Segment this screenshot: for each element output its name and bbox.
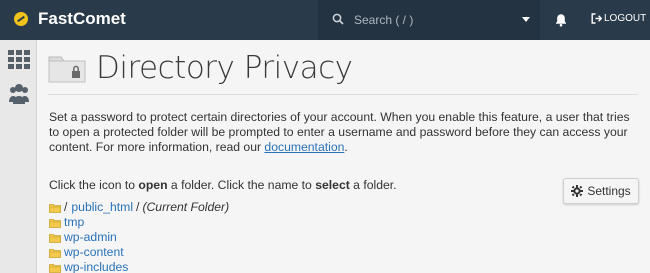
folder-icon[interactable]: [49, 217, 61, 228]
documentation-link[interactable]: documentation: [264, 140, 344, 154]
instruct-text-3: a folder.: [349, 178, 397, 192]
folder-link-wp-includes[interactable]: wp-includes: [64, 260, 128, 273]
logout-button[interactable]: LOGOUT: [591, 13, 646, 24]
instruct-select: select: [315, 178, 350, 192]
folder-icon[interactable]: [49, 232, 61, 243]
folder-icon[interactable]: [49, 247, 61, 258]
folder-instructions: Click the icon to open a folder. Click t…: [49, 178, 397, 192]
sidebar: [0, 40, 37, 273]
brand[interactable]: FastComet: [14, 9, 126, 29]
settings-button[interactable]: Settings: [563, 178, 639, 204]
brand-name: FastComet: [38, 9, 126, 28]
folder-row: wp-admin: [49, 229, 229, 244]
directory-privacy-icon: [48, 52, 86, 84]
instruct-open: open: [138, 178, 168, 192]
folder-row: wp-content: [49, 244, 229, 259]
search-dropdown-chevron-icon[interactable]: [522, 17, 530, 22]
title-divider: [48, 94, 638, 95]
instruct-text-2: a folder. Click the name to: [167, 178, 316, 192]
search-input[interactable]: [354, 13, 504, 27]
folder-row: wp-includes: [49, 259, 229, 273]
main-content: Directory Privacy Set a password to prot…: [37, 40, 650, 273]
notifications-bell-icon[interactable]: [554, 13, 568, 27]
page-description: Set a password to protect certain direct…: [49, 110, 639, 155]
folder-tree: / public_html / (Current Folder) tmp wp-…: [49, 199, 229, 273]
sidebar-grid-icon[interactable]: [7, 49, 31, 73]
description-end: .: [344, 140, 348, 154]
gear-icon: [571, 185, 584, 197]
logout-icon: [591, 13, 602, 24]
page-header: Directory Privacy: [48, 50, 353, 86]
folder-icon[interactable]: [49, 262, 61, 273]
fastcomet-logo-icon: [14, 12, 28, 26]
current-folder-label: (Current Folder): [142, 199, 230, 214]
open-folder-icon[interactable]: [49, 202, 61, 213]
page-title: Directory Privacy: [96, 50, 353, 86]
sidebar-users-icon[interactable]: [7, 82, 31, 106]
folder-link-wp-content[interactable]: wp-content: [64, 245, 124, 259]
logout-label: LOGOUT: [604, 13, 647, 24]
settings-label: Settings: [587, 184, 631, 198]
search-box: [318, 0, 540, 40]
folder-link-public-html[interactable]: public_html: [71, 200, 133, 214]
folder-link-tmp[interactable]: tmp: [64, 215, 84, 229]
search-icon: [332, 13, 344, 27]
top-navbar: FastComet LOGOUT: [0, 0, 650, 40]
folder-row: tmp: [49, 214, 229, 229]
folder-link-wp-admin[interactable]: wp-admin: [64, 230, 117, 244]
root-prefix: /: [64, 199, 68, 214]
root-suffix: /: [136, 199, 140, 214]
current-folder-row: / public_html / (Current Folder): [49, 199, 229, 214]
instruct-text-1: Click the icon to: [49, 178, 139, 192]
